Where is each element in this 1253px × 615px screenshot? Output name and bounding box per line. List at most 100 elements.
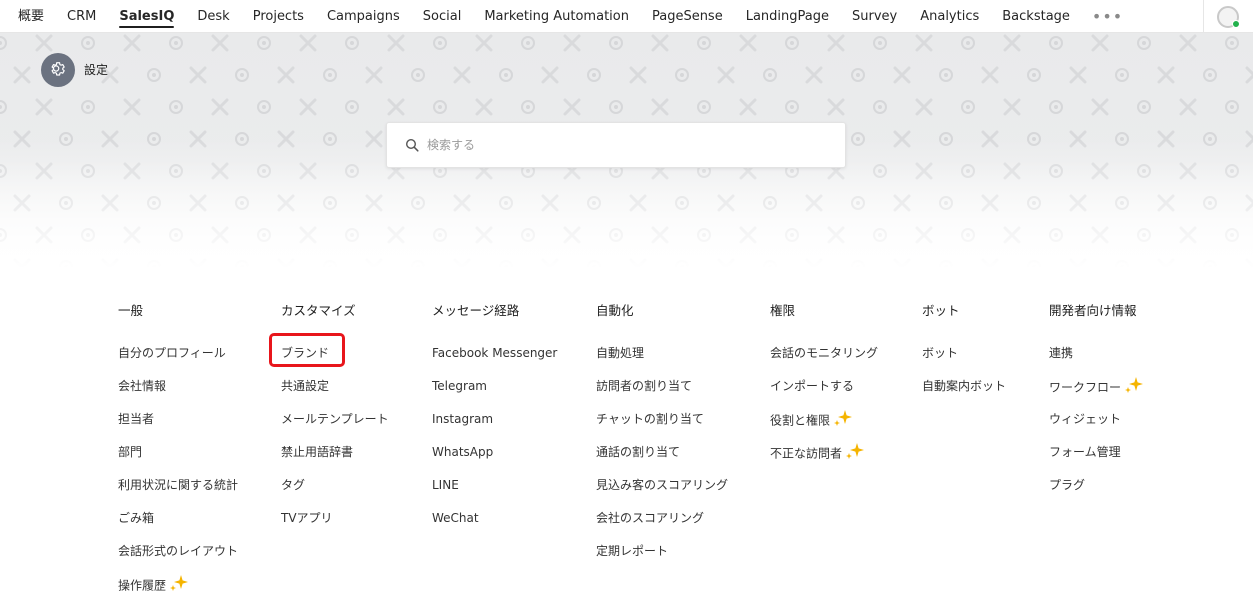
settings-link[interactable]: 役割と権限: [770, 414, 830, 428]
settings-list-item: ボット: [922, 345, 1006, 378]
column-title: 一般: [118, 303, 144, 318]
settings-list-item: 部門: [118, 444, 238, 477]
settings-list-item: ワークフロー: [1049, 376, 1145, 411]
settings-list-item: メールテンプレート: [281, 411, 389, 444]
settings-link[interactable]: 会社情報: [118, 379, 166, 393]
settings-link[interactable]: 自動処理: [596, 346, 644, 360]
settings-link[interactable]: ワークフロー: [1049, 381, 1121, 395]
settings-link[interactable]: 自分のプロフィール: [118, 346, 226, 360]
sparkle-icon: [168, 574, 190, 594]
settings-list-item: Instagram: [432, 411, 557, 444]
settings-link[interactable]: 部門: [118, 445, 142, 459]
nav-item-9[interactable]: LandingPage: [746, 0, 829, 33]
settings-link[interactable]: タグ: [281, 478, 305, 492]
settings-list: 自動処理訪問者の割り当て チャットの割り当て 通話の割り当て見込み客のスコアリング会…: [596, 345, 728, 576]
settings-column-6: 開発者向け情報 連携ワークフロー ウィジェット フォーム管理 プラグ: [1049, 303, 1145, 510]
settings-link[interactable]: ごみ箱: [118, 511, 154, 525]
settings-list-item: 自分のプロフィール: [118, 345, 238, 378]
nav-item-10[interactable]: Survey: [852, 0, 897, 33]
settings-link[interactable]: 見込み客のスコアリング: [596, 478, 728, 492]
settings-link[interactable]: 連携: [1049, 346, 1073, 360]
settings-link[interactable]: 操作履歴: [118, 579, 166, 593]
settings-link[interactable]: 訪問者の割り当て: [596, 379, 692, 393]
settings-link[interactable]: 禁止用語辞書: [281, 445, 353, 459]
settings-link[interactable]: Telegram: [432, 379, 487, 393]
column-title: カスタマイズ: [281, 303, 356, 318]
column-title: ボット: [922, 303, 960, 318]
column-title: 開発者向け情報: [1049, 303, 1137, 318]
nav-divider: [1203, 0, 1204, 33]
settings-link[interactable]: TVアプリ: [281, 511, 333, 525]
settings-link[interactable]: 定期レポート: [596, 544, 668, 558]
settings-list-item: TVアプリ: [281, 510, 389, 543]
avatar[interactable]: [1217, 6, 1240, 28]
settings-link[interactable]: LINE: [432, 478, 459, 492]
settings-link[interactable]: インポートする: [770, 379, 854, 393]
settings-list-item: ごみ箱: [118, 510, 238, 543]
more-dots-icon[interactable]: •••: [1092, 7, 1123, 26]
settings-link[interactable]: 自動案内ボット: [922, 379, 1006, 393]
settings-link[interactable]: Facebook Messenger: [432, 346, 557, 360]
settings-list-item: WeChat: [432, 510, 557, 543]
settings-list-item: ウィジェット: [1049, 411, 1145, 444]
nav-item-1[interactable]: CRM: [67, 0, 96, 33]
settings-list-item: 会社情報: [118, 378, 238, 411]
nav-item-5[interactable]: Campaigns: [327, 0, 400, 33]
settings-link[interactable]: メールテンプレート: [281, 412, 389, 426]
search-input[interactable]: [427, 138, 827, 152]
settings-list-item: 見込み客のスコアリング: [596, 477, 728, 510]
settings-column-0: 一般自分のプロフィール 会社情報担当者部門利用状況に関する統計 ごみ箱会話形式のレイ…: [118, 303, 238, 609]
nav-item-7[interactable]: Marketing Automation: [484, 0, 629, 33]
settings-link[interactable]: Instagram: [432, 412, 493, 426]
settings-list: 会話のモニタリング インポートする 役割と権限不正な訪問者: [770, 345, 878, 477]
settings-list-item: プラグ: [1049, 477, 1145, 510]
sparkle-icon: [844, 442, 866, 462]
settings-list-item: 連携: [1049, 345, 1145, 378]
settings-link[interactable]: フォーム管理: [1049, 445, 1121, 459]
settings-list-item: 自動案内ボット: [922, 378, 1006, 411]
settings-list-item: 操作履歴: [118, 574, 238, 609]
settings-list-item: Telegram: [432, 378, 557, 411]
settings-link[interactable]: ウィジェット: [1049, 412, 1121, 426]
settings-column-2: メッセージ経路 Facebook Messenger Telegram Instagr…: [432, 303, 557, 543]
nav-item-12[interactable]: Backstage: [1002, 0, 1070, 33]
settings-link[interactable]: 不正な訪問者: [770, 447, 842, 461]
settings-list-item: 利用状況に関する統計: [118, 477, 238, 510]
search-icon: [405, 138, 419, 152]
settings-list: ボット自動案内ボット: [922, 345, 1006, 411]
settings-link[interactable]: 共通設定: [281, 379, 329, 393]
nav-item-6[interactable]: Social: [423, 0, 462, 33]
settings-link[interactable]: 会話のモニタリング: [770, 346, 878, 360]
nav-item-8[interactable]: PageSense: [652, 0, 723, 33]
settings-link[interactable]: プラグ: [1049, 478, 1085, 492]
settings-link[interactable]: 担当者: [118, 412, 154, 426]
nav-item-3[interactable]: Desk: [197, 0, 229, 33]
settings-link[interactable]: ボット: [922, 346, 958, 360]
settings-link[interactable]: 利用状況に関する統計: [118, 478, 238, 492]
settings-link[interactable]: WhatsApp: [432, 445, 493, 459]
nav-item-0[interactable]: 概要: [18, 0, 44, 33]
nav-item-2[interactable]: SalesIQ: [119, 0, 175, 33]
settings-link[interactable]: 通話の割り当て: [596, 445, 680, 459]
settings-list-item: Facebook Messenger: [432, 345, 557, 378]
settings-list-item: 担当者: [118, 411, 238, 444]
settings-list-item: 会話のモニタリング: [770, 345, 878, 378]
nav-item-11[interactable]: Analytics: [920, 0, 979, 33]
settings-list-item: 会社のスコアリング: [596, 510, 728, 543]
settings-link[interactable]: 会社のスコアリング: [596, 511, 704, 525]
settings-list-item: 禁止用語辞書: [281, 444, 389, 477]
settings-link[interactable]: WeChat: [432, 511, 479, 525]
gear-icon: [51, 62, 65, 76]
settings-list-item: LINE: [432, 477, 557, 510]
settings-list-item: 自動処理: [596, 345, 728, 378]
column-title: 自動化: [596, 303, 634, 318]
nav-item-4[interactable]: Projects: [253, 0, 304, 33]
search-box[interactable]: [386, 122, 846, 168]
settings-link[interactable]: チャットの割り当て: [596, 412, 704, 426]
top-nav: 概要 CRM SalesIQ Desk Projects Campaigns Social M…: [0, 0, 1253, 33]
settings-link[interactable]: 会話形式のレイアウト: [118, 544, 238, 558]
highlight-annotation: [269, 333, 345, 367]
sparkle-icon: [1123, 376, 1145, 396]
settings-list-item: チャットの割り当て: [596, 411, 728, 444]
settings-list-item: 役割と権限: [770, 410, 878, 444]
